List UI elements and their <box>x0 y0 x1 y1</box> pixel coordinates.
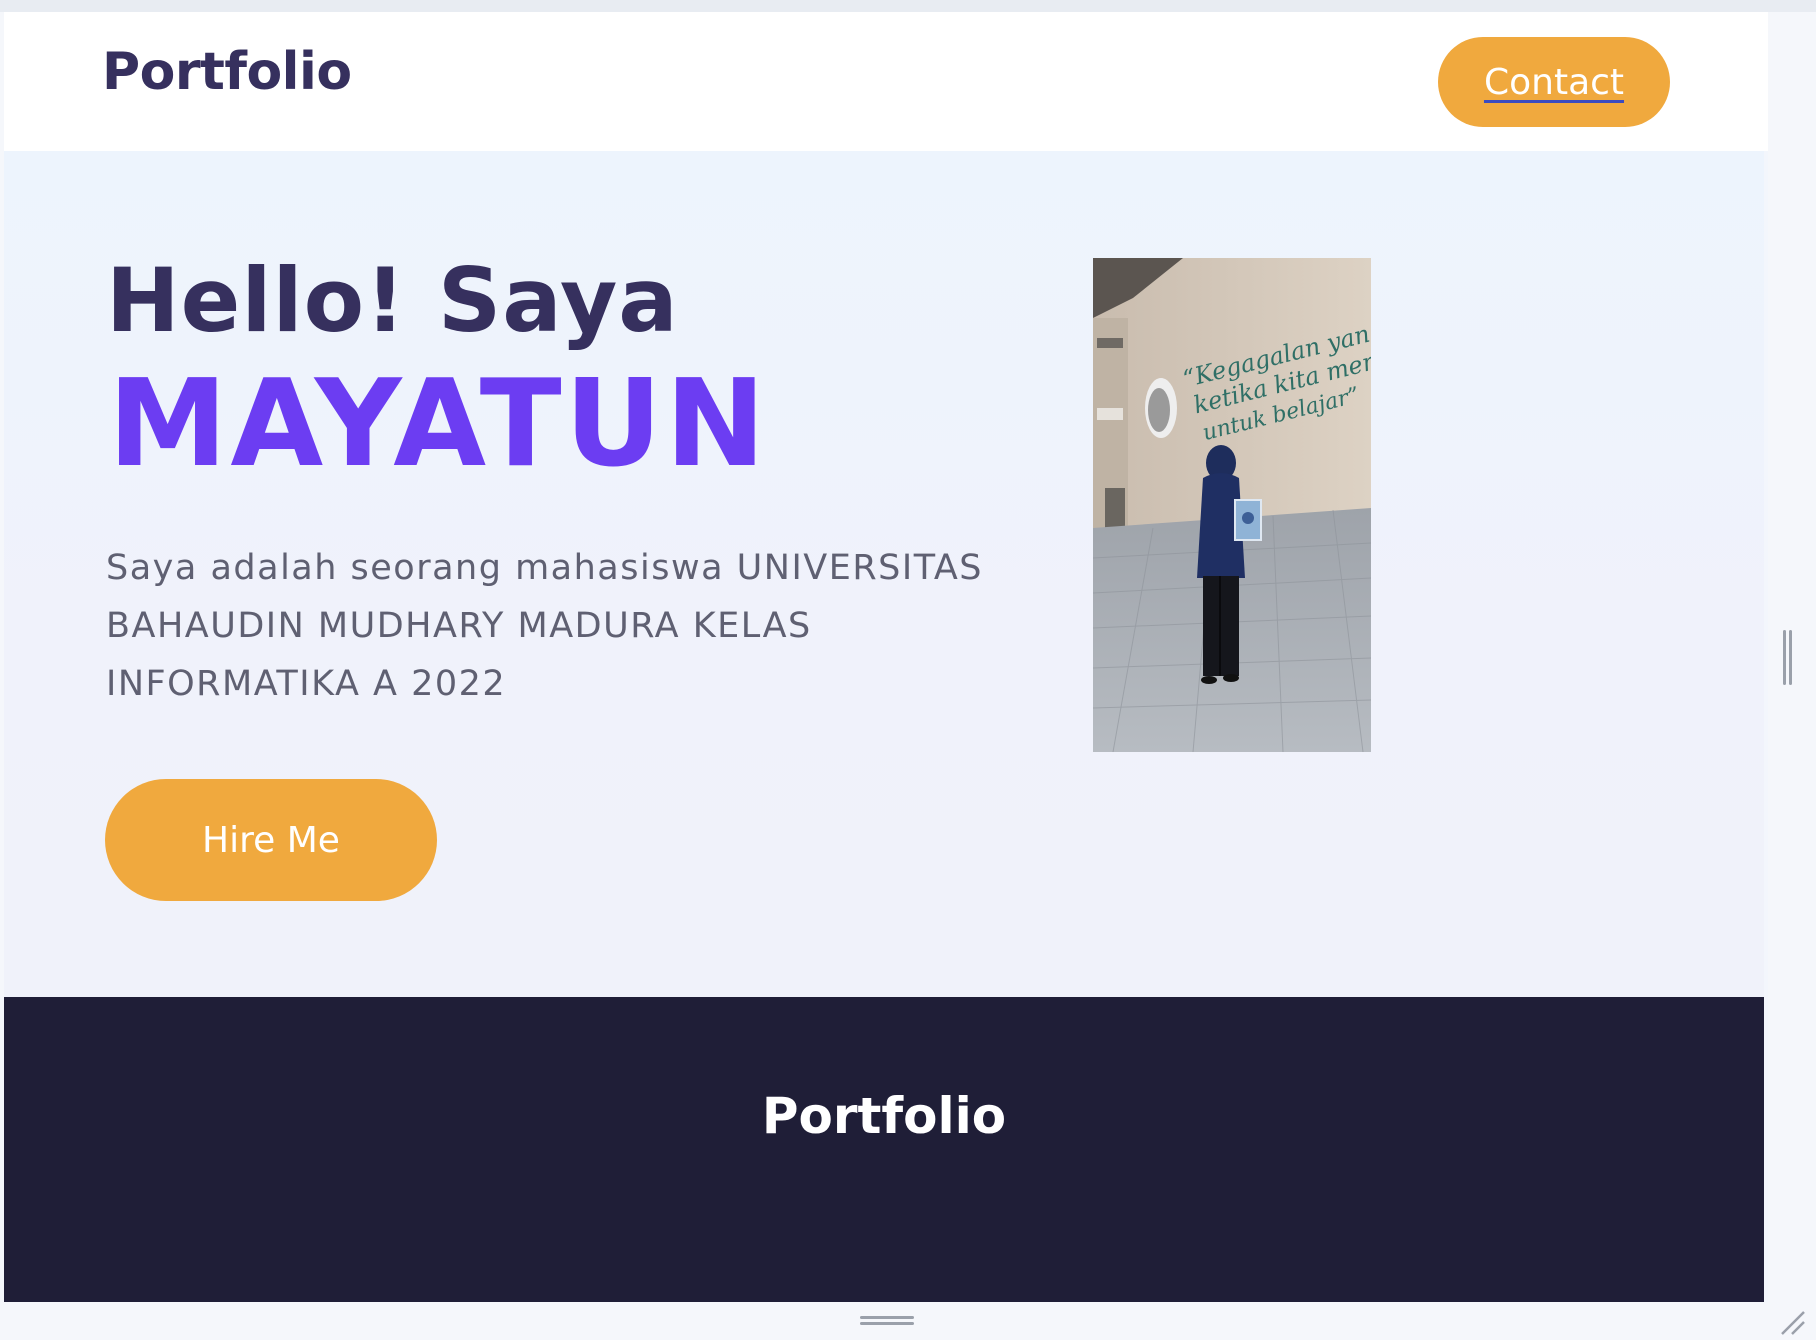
hero-greeting: Hello! Saya <box>106 249 679 352</box>
profile-photo: “Kegagalan yang s ketika kita memut untu… <box>1093 258 1371 752</box>
brand-logo[interactable]: Portfolio <box>102 42 352 102</box>
profile-photo-illustration: “Kegagalan yang s ketika kita memut untu… <box>1093 258 1371 752</box>
vertical-resize-handle-icon[interactable] <box>1783 630 1793 685</box>
horizontal-resize-handle-icon[interactable] <box>860 1316 914 1326</box>
hero-name: MAYATUN <box>108 355 769 494</box>
portfolio-section: Portfolio <box>4 997 1764 1302</box>
resize-corner-icon[interactable] <box>1778 1308 1806 1336</box>
browser-top-edge <box>0 0 1816 12</box>
hire-me-button[interactable]: Hire Me <box>105 779 437 901</box>
hero-description: Saya adalah seorang mahasiswa UNIVERSITA… <box>106 548 984 704</box>
navbar: Portfolio Contact <box>4 12 1768 151</box>
hero-section: Hello! Saya MAYATUN Saya adalah seorang … <box>4 151 1764 997</box>
contact-button-label[interactable]: Contact <box>1484 62 1624 103</box>
contact-button[interactable]: Contact <box>1438 37 1670 127</box>
page-viewport: Portfolio Contact Hello! Saya MAYATUN Sa… <box>4 12 1768 1302</box>
portfolio-section-title: Portfolio <box>761 1087 1007 1145</box>
hire-me-label[interactable]: Hire Me <box>202 820 340 861</box>
